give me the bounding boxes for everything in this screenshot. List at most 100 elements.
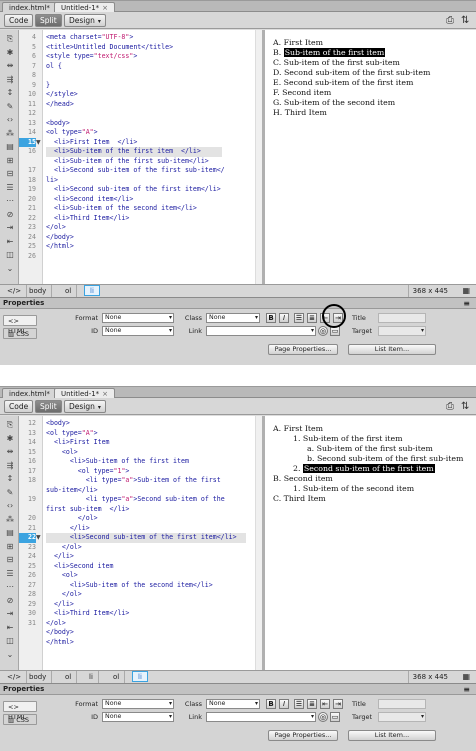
code-line[interactable]: <body> <box>46 419 70 429</box>
code-view-button[interactable]: Code <box>4 400 34 413</box>
design-view[interactable]: A. First Item B. Sub-item of the first it… <box>265 30 476 284</box>
grid-icon[interactable]: ▦ <box>462 671 470 683</box>
code-line[interactable]: <ol> <box>46 448 78 458</box>
collapse-full-tag-icon[interactable]: ⇹ <box>4 61 16 71</box>
list-item[interactable]: C. Third Item <box>273 494 326 504</box>
move-css-icon[interactable]: ⊘ <box>4 596 16 606</box>
id-select[interactable]: None ▾ <box>102 326 174 336</box>
recent-snippets-icon[interactable]: ⋯ <box>4 582 16 592</box>
list-item[interactable]: A. First Item <box>273 424 323 434</box>
balance-braces-icon[interactable]: ‹› <box>4 115 16 125</box>
code-line[interactable]: </style> <box>46 90 78 100</box>
list-item[interactable]: 1. Sub-item of the first item <box>293 434 403 444</box>
code-line[interactable]: </ol> <box>46 590 82 600</box>
code-line[interactable]: <li>Sub-item of the first sub-item</li> <box>46 157 209 167</box>
breadcrumb-tag[interactable]: li <box>132 671 148 682</box>
html-tab[interactable]: <> HTML <box>3 701 37 721</box>
panel-options-icon[interactable]: ≡ <box>463 685 470 694</box>
code-line[interactable]: <ol type="A"> <box>46 128 98 138</box>
more-tools-icon[interactable]: ⌄ <box>4 650 16 660</box>
italic-button[interactable]: I <box>279 313 289 323</box>
code-line[interactable]: <body> <box>46 119 70 129</box>
code-editor[interactable]: <body> <ol type="A"> <li>First Item <ol> … <box>43 416 262 670</box>
split-view-button[interactable]: Split <box>35 400 62 413</box>
breadcrumb-tag[interactable]: li <box>84 285 100 296</box>
code-line[interactable]: <li>Second sub-item of the first item</l… <box>46 533 246 543</box>
balance-braces-icon[interactable]: ‹› <box>4 501 16 511</box>
show-code-navigator-icon[interactable]: ✱ <box>4 48 16 58</box>
format-source-icon[interactable]: ◫ <box>4 250 16 260</box>
open-documents-icon[interactable]: ⎘ <box>4 420 16 430</box>
class-select[interactable]: None ▾ <box>206 699 260 709</box>
link-field[interactable]: ▾ <box>206 712 316 722</box>
document-tab[interactable]: Untitled-1* × <box>54 388 116 398</box>
title-field[interactable] <box>378 699 426 709</box>
wrap-tag-icon[interactable]: ☰ <box>4 183 16 193</box>
list-item-button[interactable]: List Item... <box>348 730 436 741</box>
code-line[interactable]: <li type="a">Second sub-item of the <box>46 495 225 505</box>
list-item-button[interactable]: List Item... <box>348 344 436 355</box>
code-line[interactable]: sub-item</li> <box>46 486 98 496</box>
code-line[interactable]: <li>Sub-item of the first item <box>46 457 189 467</box>
design-view-button[interactable]: Design ▾ <box>64 14 106 27</box>
code-line[interactable]: <li>Second sub-item of the first sub-ite… <box>46 166 225 176</box>
list-item[interactable]: A. First Item <box>273 38 323 48</box>
design-view[interactable]: A. First Item 1. Sub-item of the first it… <box>265 416 476 670</box>
list-item[interactable]: G. Sub-item of the second item <box>273 98 395 108</box>
page-properties-button[interactable]: Page Properties... <box>268 344 338 355</box>
remove-comment-icon[interactable]: ⊟ <box>4 555 16 565</box>
code-line[interactable]: <ol type="1"> <box>46 467 130 477</box>
code-line[interactable]: <li>Second item</li> <box>46 195 133 205</box>
collapse-selection-icon[interactable]: ⇶ <box>4 461 16 471</box>
code-line[interactable]: <title>Untitled Document</title> <box>46 43 173 53</box>
format-select[interactable]: None ▾ <box>102 313 174 323</box>
code-line[interactable]: </ol> <box>46 223 66 233</box>
code-line[interactable]: <li>Second item <box>46 562 114 572</box>
code-line[interactable]: </li> <box>46 552 74 562</box>
code-line[interactable]: <meta charset="UTF-8"> <box>46 33 133 43</box>
list-item[interactable]: a. Sub-item of the first sub-item <box>307 444 433 454</box>
refresh-icon[interactable]: ⇅ <box>461 401 469 412</box>
code-line[interactable]: </body> <box>46 628 74 638</box>
outdent-icon[interactable]: ⇤ <box>320 699 330 709</box>
code-line[interactable]: </html> <box>46 638 74 648</box>
code-line[interactable]: </li> <box>46 600 74 610</box>
breadcrumb-tag[interactable]: body <box>24 285 53 297</box>
tab-close-icon[interactable]: × <box>102 4 108 12</box>
highlight-invalid-code-icon[interactable]: ▤ <box>4 142 16 152</box>
code-line[interactable]: <li>Sub-item of the second item</li> <box>46 581 213 591</box>
page-properties-button[interactable]: Page Properties... <box>268 730 338 741</box>
format-select[interactable]: None ▾ <box>102 699 174 709</box>
show-code-navigator-icon[interactable]: ✱ <box>4 434 16 444</box>
target-select[interactable]: ▾ <box>378 712 426 722</box>
tab-close-icon[interactable]: × <box>102 390 108 398</box>
code-editor[interactable]: <meta charset="UTF-8"> <title>Untitled Do… <box>43 30 262 284</box>
list-item[interactable]: 1. Sub-item of the second item <box>293 484 414 494</box>
collapse-selection-icon[interactable]: ⇶ <box>4 75 16 85</box>
panel-options-icon[interactable]: ≡ <box>463 299 470 308</box>
list-item[interactable]: E. Second sub-item of the first item <box>273 78 413 88</box>
breadcrumb-tag[interactable]: ol <box>108 671 126 683</box>
remove-comment-icon[interactable]: ⊟ <box>4 169 16 179</box>
code-line[interactable]: ol { <box>46 62 62 72</box>
class-select[interactable]: None ▾ <box>206 313 260 323</box>
apply-comment-icon[interactable]: ⊞ <box>4 542 16 552</box>
line-numbers-icon[interactable]: ⁂ <box>4 515 16 525</box>
point-to-file-icon[interactable]: ◎ <box>318 712 328 722</box>
list-item[interactable]: b. Second sub-item of the first sub-item <box>307 454 463 464</box>
breadcrumb-tag[interactable]: body <box>24 671 53 683</box>
recent-snippets-icon[interactable]: ⋯ <box>4 196 16 206</box>
list-item[interactable]: F. Second item <box>273 88 331 98</box>
window-size-readout[interactable]: 368 x 445 <box>407 671 452 683</box>
code-scrollbar[interactable] <box>255 416 262 670</box>
list-item[interactable]: 2. Second sub-item of the first item <box>293 464 435 474</box>
unordered-list-icon[interactable]: ☰ <box>294 313 304 323</box>
move-css-icon[interactable]: ⊘ <box>4 210 16 220</box>
refresh-icon[interactable]: ⇅ <box>461 15 469 26</box>
code-line[interactable]: </ol> <box>46 543 82 553</box>
format-source-icon[interactable]: ◫ <box>4 636 16 646</box>
more-tools-icon[interactable]: ⌄ <box>4 264 16 274</box>
css-tab[interactable]: ▥ CSS <box>3 328 37 339</box>
bold-button[interactable]: B <box>266 699 276 709</box>
design-view-button[interactable]: Design ▾ <box>64 400 106 413</box>
